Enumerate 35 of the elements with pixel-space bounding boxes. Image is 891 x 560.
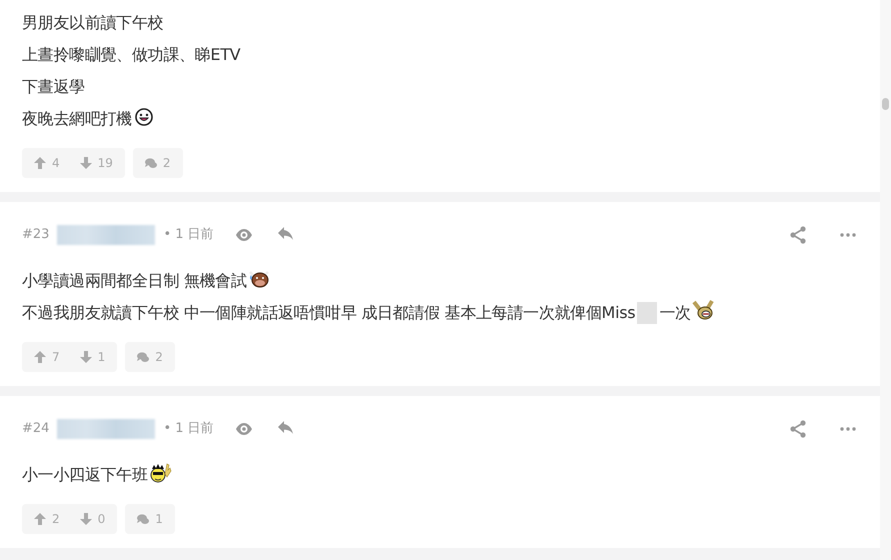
speech-bubbles-icon (137, 351, 150, 363)
comments-button[interactable]: 1 (125, 504, 175, 534)
post-text: 上晝拎嚟瞓覺、做功課、睇ETV (22, 44, 240, 66)
comments-button[interactable]: 2 (125, 342, 175, 372)
upvote-icon[interactable] (34, 513, 46, 525)
downvote-count: 1 (98, 349, 106, 366)
post-text: 小一小四返下午班 (22, 464, 148, 486)
speech-bubbles-icon (137, 513, 150, 525)
downvote-count: 0 (98, 511, 106, 528)
post-text: 夜晚去網吧打機 (22, 108, 132, 130)
upvote-icon[interactable] (34, 351, 46, 363)
comments-button[interactable]: 2 (132, 148, 183, 178)
post-text: 下晝返學 (22, 76, 85, 98)
post-text: 小學讀過兩間都全日制 無機會試 (22, 270, 247, 292)
speech-bubbles-icon (144, 157, 157, 169)
post-text: 不過我朋友就讀下午校 中一個陣就話返唔慣咁早 成日都請假 基本上每請一次就俾個Miss (22, 302, 636, 324)
post-text: 男朋友以前讀下午校 (22, 12, 164, 34)
upvote-icon[interactable] (34, 157, 46, 169)
downvote-count: 19 (98, 155, 113, 172)
share-icon[interactable] (788, 225, 808, 245)
redacted-name (637, 302, 658, 324)
post-number: #24 (22, 420, 50, 438)
post-text: 一次 (659, 302, 691, 324)
post-number: #23 (22, 226, 50, 244)
upvote-count: 4 (52, 155, 60, 172)
post-time: • 1 日前 (163, 420, 214, 438)
downvote-icon[interactable] (80, 513, 92, 525)
downvote-icon[interactable] (80, 351, 92, 363)
upvote-count: 7 (52, 349, 60, 366)
post-time: • 1 日前 (163, 226, 214, 244)
upvote-count: 2 (52, 511, 60, 528)
downvote-icon[interactable] (80, 157, 92, 169)
share-icon[interactable] (788, 419, 808, 439)
scrollbar[interactable] (880, 0, 891, 560)
scrollbar-thumb[interactable] (882, 98, 889, 110)
